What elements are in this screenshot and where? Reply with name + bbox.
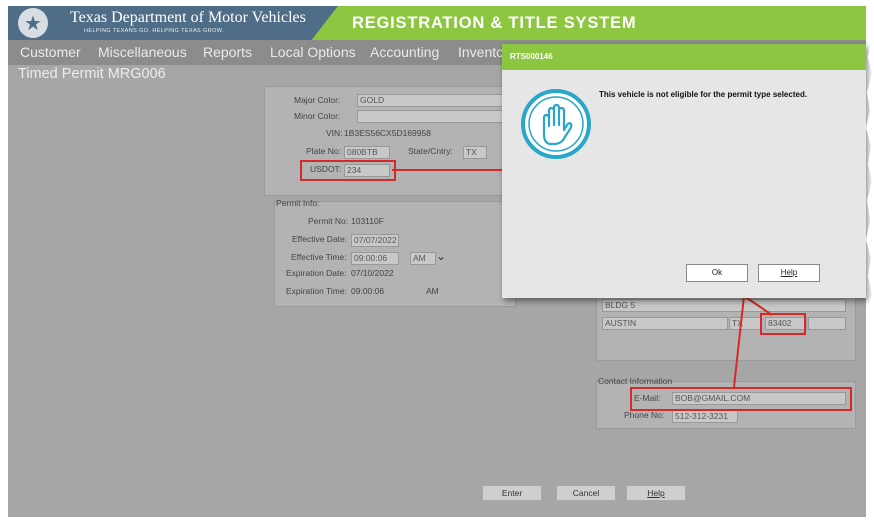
hand-stop-icon xyxy=(521,89,591,159)
email-connector-line xyxy=(733,295,745,388)
dialog-help-button[interactable]: Help xyxy=(758,264,820,282)
dialog-ok-button[interactable]: Ok xyxy=(686,264,748,282)
zip-connector-line xyxy=(743,295,773,316)
dialog-title: RTS000146 xyxy=(502,44,866,70)
dialog-body: This vehicle is not eligible for the per… xyxy=(502,70,866,298)
torn-page-edge xyxy=(866,0,874,523)
error-dialog: RTS000146 This vehicle is not eligible f… xyxy=(502,44,866,298)
dialog-message: This vehicle is not eligible for the per… xyxy=(599,90,808,99)
